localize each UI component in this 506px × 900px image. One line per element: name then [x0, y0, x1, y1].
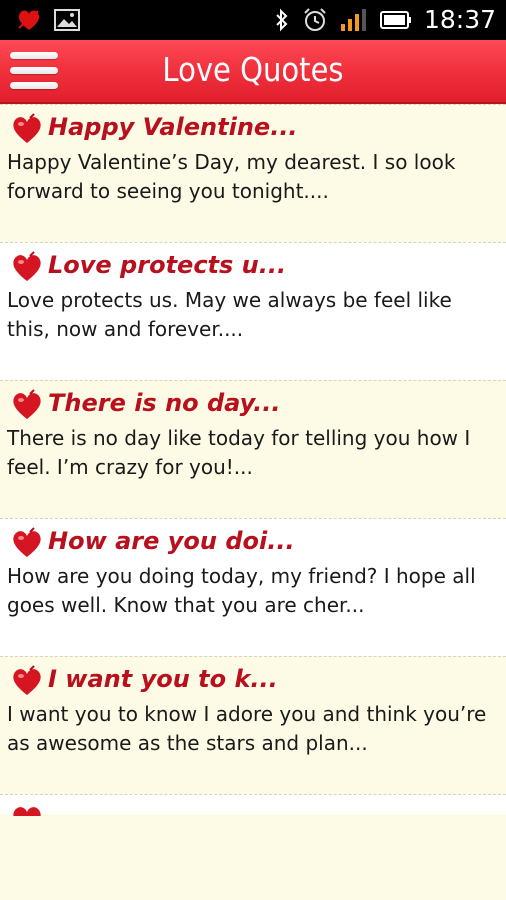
list-item[interactable]: Happy Valentine... Happy Valentine’s Day…: [0, 104, 506, 242]
quote-title: I want you to k...: [48, 665, 278, 693]
app-title: Love Quotes: [162, 50, 344, 89]
empty-area: [0, 816, 506, 900]
quote-list[interactable]: Happy Valentine... Happy Valentine’s Day…: [0, 104, 506, 816]
quote-body: Love protects us. May we always be feel …: [7, 288, 452, 341]
quote-body: How are you doing today, my friend? I ho…: [7, 564, 476, 617]
image-icon: [54, 9, 80, 31]
bluetooth-icon: [276, 8, 288, 32]
quote-body: Happy Valentine’s Day, my dearest. I so …: [7, 150, 456, 203]
list-item[interactable]: There is no day... There is no day like …: [0, 380, 506, 518]
alarm-icon: [304, 8, 326, 31]
list-item[interactable]: How are you doi... How are you doing tod…: [0, 518, 506, 656]
quote-title: Love protects u...: [48, 251, 287, 279]
status-right-icons: 18:37: [274, 6, 496, 34]
heart-icon: [13, 807, 41, 816]
heart-icon: [13, 527, 41, 557]
heart-icon: [13, 113, 41, 143]
status-bar: 18:37: [0, 0, 506, 40]
heart-icon: [13, 251, 41, 281]
list-item[interactable]: I want you to k... I want you to know I …: [0, 656, 506, 794]
heart-app-icon: [18, 10, 40, 30]
list-item[interactable]: [0, 794, 506, 816]
signal-icon: [340, 9, 366, 31]
list-item[interactable]: Love protects u... Love protects us. May…: [0, 242, 506, 380]
heart-icon: [13, 389, 41, 419]
quote-title: There is no day...: [48, 389, 281, 417]
quote-body: I want you to know I adore you and think…: [7, 702, 487, 755]
battery-icon: [379, 11, 411, 29]
quote-title: Happy Valentine...: [48, 113, 298, 141]
status-left-icons: [16, 8, 80, 32]
quote-body: There is no day like today for telling y…: [7, 426, 471, 479]
status-time: 18:37: [423, 5, 496, 34]
heart-icon: [13, 665, 41, 695]
quote-title: How are you doi...: [48, 527, 295, 555]
